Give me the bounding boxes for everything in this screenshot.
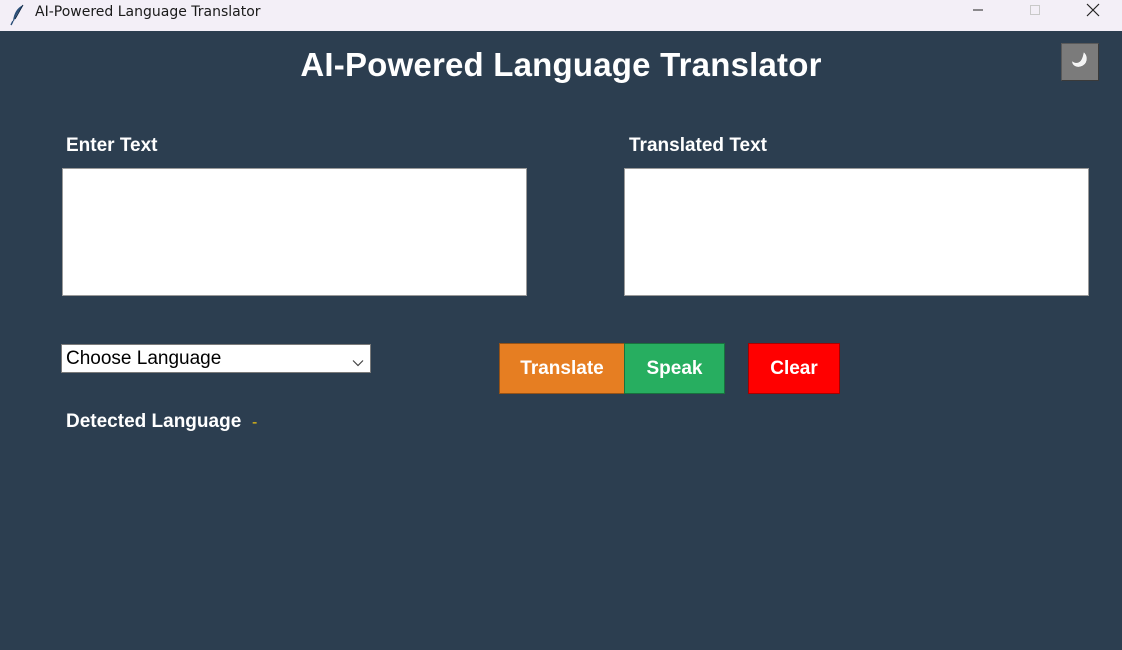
page-title: AI-Powered Language Translator bbox=[300, 46, 822, 83]
moon-icon bbox=[1069, 49, 1091, 76]
minimize-button[interactable] bbox=[955, 0, 1001, 24]
clear-button[interactable]: Clear bbox=[748, 343, 840, 394]
feather-icon bbox=[10, 4, 26, 26]
language-select[interactable]: Choose Language bbox=[61, 344, 371, 373]
maximize-icon bbox=[1029, 3, 1041, 21]
theme-toggle-button[interactable] bbox=[1061, 43, 1099, 81]
title-bar: AI-Powered Language Translator bbox=[0, 0, 1122, 31]
language-select-value: Choose Language bbox=[66, 348, 222, 369]
translate-button[interactable]: Translate bbox=[499, 343, 625, 394]
detected-language-label: Detected Language bbox=[66, 411, 242, 432]
app-window: AI-Powered Language Translator AI-Powere… bbox=[0, 0, 1122, 650]
translated-text-output[interactable] bbox=[624, 168, 1089, 296]
translated-text-label: Translated Text bbox=[629, 135, 767, 156]
minimize-icon bbox=[972, 3, 984, 21]
chevron-down-icon[interactable] bbox=[352, 354, 364, 367]
source-text-input[interactable] bbox=[62, 168, 527, 296]
speak-button[interactable]: Speak bbox=[624, 343, 725, 394]
detected-language-value: - bbox=[252, 414, 258, 431]
maximize-button[interactable] bbox=[1012, 0, 1058, 24]
close-button[interactable] bbox=[1070, 0, 1116, 24]
close-icon bbox=[1086, 3, 1100, 22]
enter-text-label: Enter Text bbox=[66, 135, 158, 156]
window-title: AI-Powered Language Translator bbox=[35, 4, 261, 20]
